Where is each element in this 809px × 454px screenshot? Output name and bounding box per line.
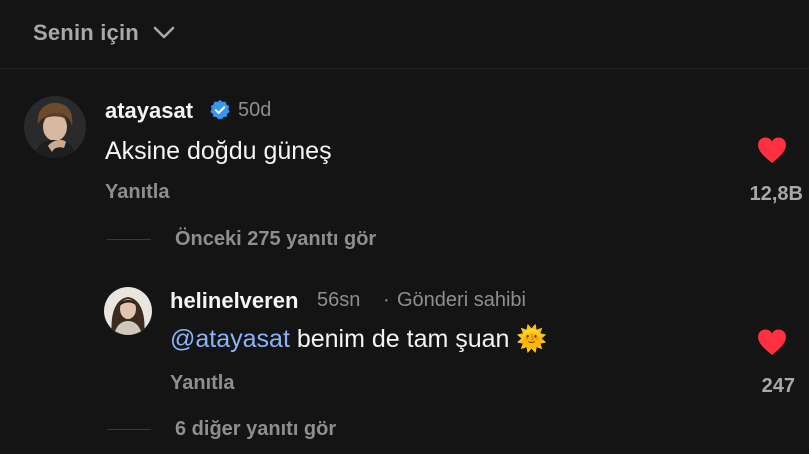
- view-previous-replies-button[interactable]: Önceki 275 yanıtı gör: [107, 228, 376, 251]
- view-more-replies-label: 6 diğer yanıtı gör: [175, 418, 337, 440]
- comment-username[interactable]: atayasat: [105, 98, 193, 124]
- reply-username[interactable]: helinelveren: [170, 288, 298, 314]
- thread-line: [107, 428, 151, 431]
- reply-text-body: benim de tam şuan: [289, 325, 517, 353]
- view-more-replies-button[interactable]: 6 diğer yanıtı gör: [107, 418, 336, 441]
- view-previous-replies-label: Önceki 275 yanıtı gör: [175, 228, 377, 250]
- comment-timestamp: 50d: [238, 99, 272, 121]
- reply-timestamp: 56sn: [317, 289, 361, 311]
- reply-button[interactable]: Yanıtla: [170, 372, 234, 395]
- avatar[interactable]: [24, 96, 86, 158]
- meta-separator: ·: [383, 289, 390, 311]
- like-count: 247: [761, 375, 795, 397]
- sort-dropdown[interactable]: Senin için: [33, 20, 175, 46]
- reply-text: @atayasat benim de tam şuan 🌞: [170, 325, 548, 354]
- header-divider: [0, 68, 809, 69]
- heart-icon[interactable]: [756, 328, 788, 356]
- sun-emoji: 🌞: [516, 325, 548, 353]
- mention-link[interactable]: @atayasat: [170, 325, 290, 353]
- heart-icon[interactable]: [756, 136, 788, 164]
- verified-badge-icon: [209, 99, 231, 121]
- thread-line: [107, 238, 151, 241]
- chevron-down-icon: [153, 26, 175, 40]
- reply-button[interactable]: Yanıtla: [105, 181, 169, 204]
- author-badge: Gönderi sahibi: [397, 289, 526, 311]
- avatar[interactable]: [104, 287, 152, 335]
- like-count: 12,8B: [749, 183, 803, 205]
- comment-text: Aksine doğdu güneş: [105, 137, 332, 165]
- sort-label: Senin için: [33, 20, 139, 45]
